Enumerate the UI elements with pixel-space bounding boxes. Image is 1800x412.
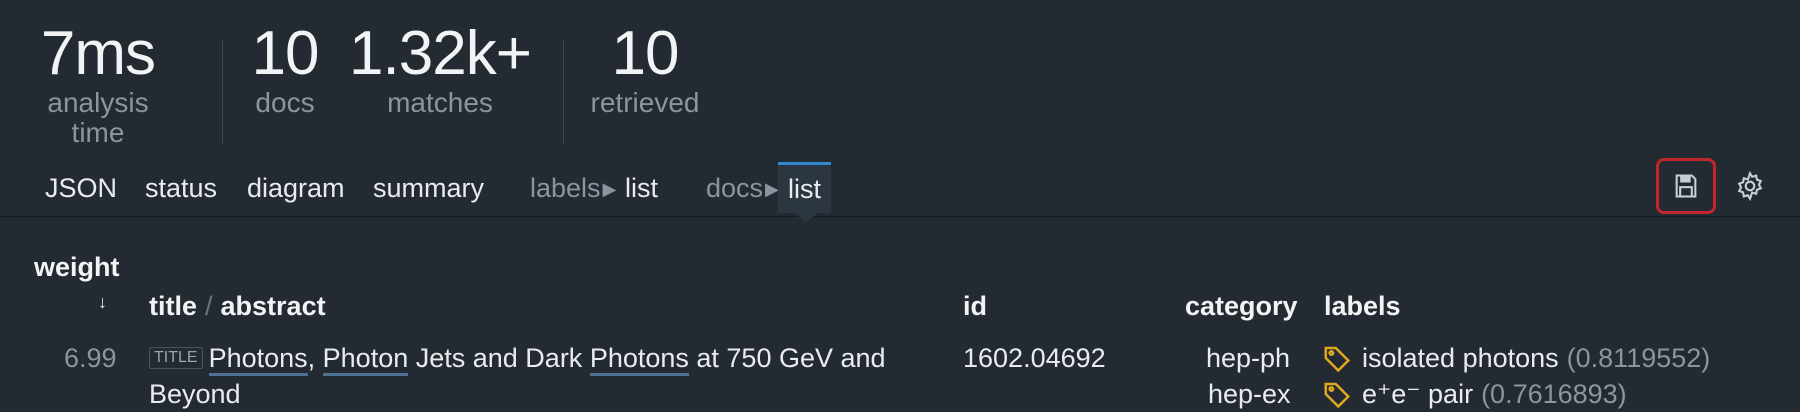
title-text: Jets and Dark: [408, 343, 590, 373]
tab-group-docs: docs ▶: [706, 168, 781, 211]
row-weight: 6.99: [64, 343, 117, 373]
row-category: hep-ph: [1206, 343, 1291, 373]
stat-label: docs: [255, 87, 315, 118]
col-header-category: category: [1185, 291, 1298, 321]
divider: [222, 40, 223, 144]
tab-group-label: labels: [530, 173, 601, 203]
tab-diagram[interactable]: diagram: [247, 168, 345, 208]
label-item[interactable]: e⁺e⁻ pair (0.7616893): [1322, 376, 1627, 412]
stat-value: 1.32k+: [349, 19, 532, 88]
highlight: Photon: [322, 343, 409, 376]
tab-group-label: docs: [706, 173, 764, 203]
active-tab-caret: [795, 213, 817, 223]
tab-json[interactable]: JSON: [45, 168, 117, 208]
stat-value: 10: [611, 19, 680, 88]
col-header-id: id: [963, 291, 987, 321]
col-header-labels: labels: [1324, 291, 1401, 321]
label-name: e⁺e⁻ pair: [1362, 379, 1474, 409]
label-score: (0.7616893): [1481, 379, 1627, 409]
settings-button[interactable]: [1720, 158, 1780, 214]
stat-docs: 10 docs: [240, 18, 330, 118]
stat-label: retrieved: [590, 87, 700, 118]
row-title[interactable]: TITLE Photons, Photon Jets and Dark Photo…: [149, 340, 929, 376]
col-header-title[interactable]: title: [149, 291, 197, 321]
highlight: Photons: [589, 343, 689, 376]
row-category: hep-ex: [1208, 379, 1291, 409]
tag-icon: [1324, 346, 1351, 373]
separator: /: [205, 291, 213, 321]
label-name: isolated photons: [1362, 343, 1559, 373]
title-tag: TITLE: [149, 347, 203, 369]
tab-summary[interactable]: summary: [373, 168, 484, 208]
save-button[interactable]: [1656, 158, 1716, 214]
tab-status[interactable]: status: [145, 168, 217, 208]
col-header-weight[interactable]: weight: [34, 250, 120, 284]
stat-matches: 1.32k+ matches: [345, 18, 535, 118]
stat-value: 10: [251, 19, 320, 88]
stats-bar: 7ms analysis time 10 docs 1.32k+ matches…: [0, 18, 900, 148]
save-icon: [1675, 174, 1697, 198]
stat-label: matches: [387, 87, 493, 118]
tab-labels-list[interactable]: list: [625, 168, 658, 208]
title-text: ,: [307, 343, 323, 373]
triangle-right-icon: ▶: [765, 179, 779, 199]
stat-label: analysis time: [47, 87, 149, 148]
stat-analysis-time: 7ms analysis time: [28, 18, 168, 148]
tag-icon: [1324, 382, 1351, 409]
triangle-right-icon: ▶: [602, 179, 617, 199]
stat-retrieved: 10 retrieved: [585, 18, 705, 118]
col-header-title-abstract: title / abstract: [149, 289, 326, 323]
tab-group-labels: labels ▶: [530, 168, 618, 211]
view-tabs: JSON status diagram summary labels ▶ list…: [0, 158, 1800, 217]
title-text: at 750 GeV and: [688, 343, 886, 373]
row-title-line2: Beyond: [149, 379, 241, 409]
highlight: Photons: [208, 343, 308, 376]
col-header-abstract[interactable]: abstract: [221, 291, 326, 321]
label-item[interactable]: isolated photons (0.8119552): [1322, 340, 1710, 376]
sort-down-icon[interactable]: ↓: [98, 292, 107, 313]
stat-value: 7ms: [40, 19, 156, 88]
row-id[interactable]: 1602.04692: [963, 340, 1106, 376]
divider: [563, 40, 564, 144]
gear-icon: [1737, 170, 1763, 202]
label-score: (0.8119552): [1566, 343, 1711, 373]
tab-docs-list[interactable]: list: [778, 162, 831, 213]
